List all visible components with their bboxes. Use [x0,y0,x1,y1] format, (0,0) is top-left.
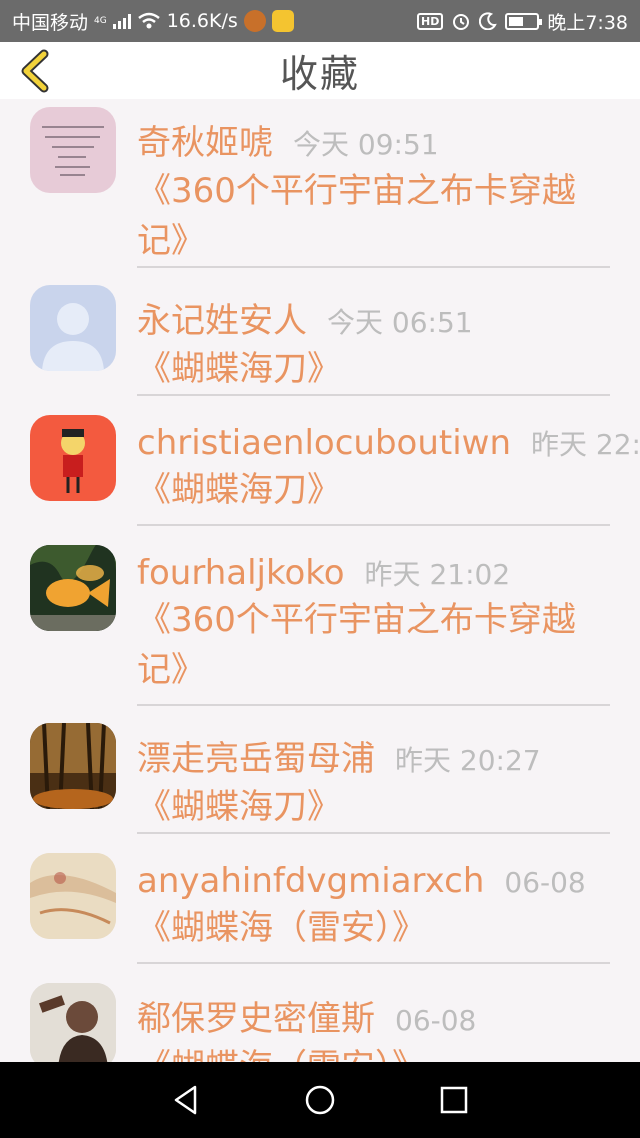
nav-bar: 收藏 [0,42,640,99]
user-name: anyahinfdvgmiarxch [137,861,485,901]
book-title[interactable]: 《360个平行宇宙之布卡穿越 记》 [137,595,610,695]
divider [137,832,610,834]
book-title-line: 《蝴蝶海（雷安）》 [137,1047,426,1062]
avatar[interactable] [30,415,116,501]
user-name: 永记姓安人 [137,301,307,341]
battery-icon [505,12,543,30]
divider [137,266,610,268]
book-title[interactable]: 《蝴蝶海刀》 [137,782,610,832]
user-name: 郗保罗史密僮斯 [137,999,375,1039]
network-type: 4G [94,16,107,26]
avatar[interactable] [30,107,116,193]
hd-icon: HD [416,12,444,30]
back-arrow-icon[interactable] [16,48,60,94]
timestamp: 昨天 22:2 [531,428,640,461]
avatar[interactable] [30,983,116,1062]
app-notification-icon [243,10,266,32]
status-bar: 中国移动 4G 16.6K/s HD 晚上7:38 [0,0,640,42]
timestamp: 06-08 [395,1004,477,1037]
recents-square-icon[interactable] [439,1085,469,1115]
book-title[interactable]: 《蝴蝶海刀》 [137,344,610,394]
book-title-line: 《蝴蝶海刀》 [137,470,341,510]
signal-icon [112,13,131,29]
book-title-line: 记》 [137,650,205,690]
timestamp: 昨天 21:02 [364,558,511,591]
book-title[interactable]: 《蝴蝶海（雷安）》 [137,903,610,953]
app-notification-icon [271,10,294,32]
book-title-line: 《蝴蝶海刀》 [137,349,341,389]
book-title-line: 记》 [137,221,205,261]
favorites-list: 奇秋姬唬 今天 09:51 《360个平行宇宙之布卡穿越 记》 永记姓安人 今天 06… [0,99,640,1062]
avatar[interactable] [30,853,116,939]
book-title-line: 《360个平行宇宙之布卡穿越 [137,600,576,640]
back-triangle-icon[interactable] [171,1084,201,1116]
divider [137,962,610,964]
book-title-line: 《蝴蝶海（雷安）》 [137,908,426,948]
alarm-icon [453,14,470,30]
user-name: 漂走亮岳蜀母浦 [137,739,375,779]
moon-icon [479,12,498,30]
avatar[interactable] [30,285,116,371]
timestamp: 今天 09:51 [293,128,439,161]
book-title-line: 《360个平行宇宙之布卡穿越 [137,171,576,211]
user-name: 奇秋姬唬 [137,123,273,163]
timestamp: 昨天 20:27 [395,744,541,777]
network-speed: 16.6K/s [166,10,238,32]
system-nav-bar [0,1062,640,1138]
page-title: 收藏 [279,52,360,96]
divider [137,704,610,706]
timestamp: 今天 06:51 [327,306,473,339]
avatar[interactable] [30,545,116,631]
book-title-line: 《蝴蝶海刀》 [137,787,341,827]
divider [137,524,610,526]
user-name: christiaenlocuboutiwn [137,423,512,463]
home-circle-icon[interactable] [304,1084,336,1116]
carrier-label: 中国移动 [12,11,89,34]
book-title[interactable]: 《蝴蝶海刀》 [137,465,610,515]
user-name: fourhaljkoko [137,553,345,593]
timestamp: 06-08 [504,866,586,899]
book-title[interactable]: 《360个平行宇宙之布卡穿越 记》 [137,166,610,266]
wifi-icon [137,12,160,29]
divider [137,394,610,396]
book-title[interactable]: 《蝴蝶海（雷安）》 [137,1042,610,1062]
avatar[interactable] [30,723,116,809]
clock: 晚上7:38 [547,11,628,34]
